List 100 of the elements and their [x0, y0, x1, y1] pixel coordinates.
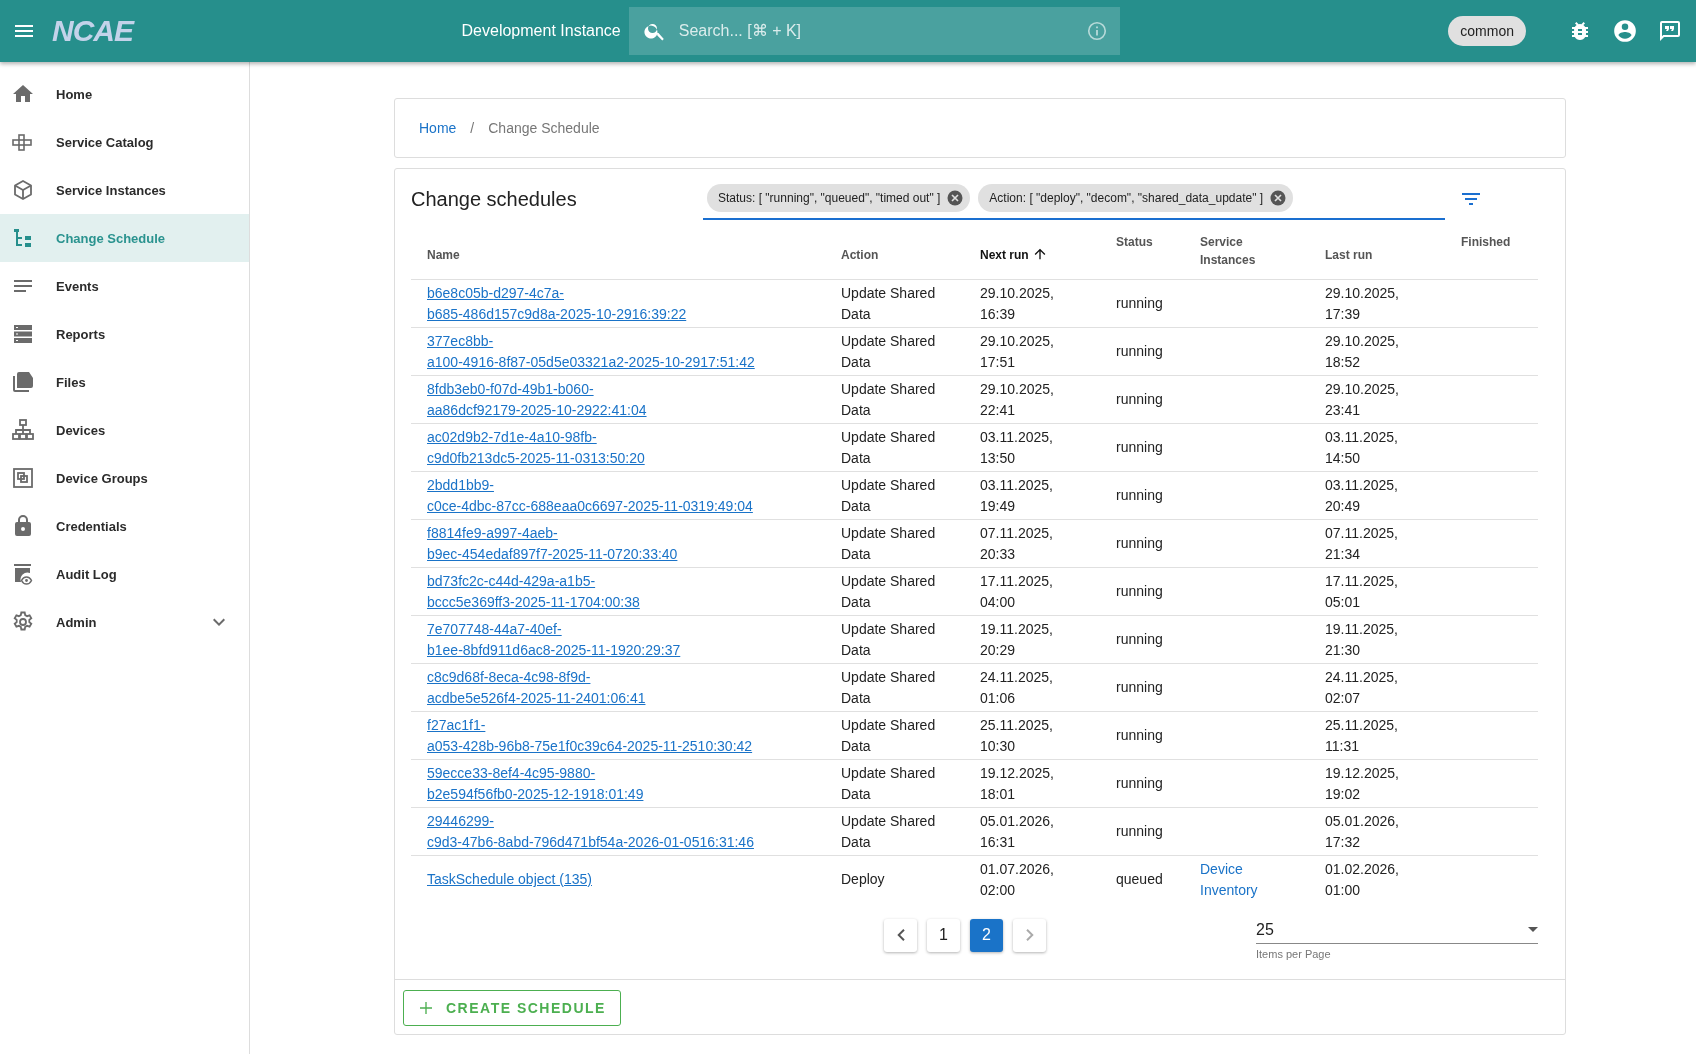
sidebar-item[interactable]: Service Instances — [0, 166, 249, 214]
filter-field[interactable]: Status: [ "running", "queued", "timed out" ] Action: [ "deploy", "decom", "shared_data_update" ] — [703, 178, 1445, 220]
sidebar-item[interactable]: Events — [0, 262, 249, 310]
page-button[interactable]: 1 — [927, 918, 960, 952]
schedule-link[interactable]: bd73fc2c-c44d-429a-a1b5-bccc5e369ff3-2025-11-1704:00:38 — [427, 570, 757, 613]
table-cell: 29.10.2025, 16:39 — [980, 279, 1116, 328]
chevron-right-icon — [1025, 929, 1034, 941]
schedule-link[interactable]: f27ac1f1-a053-428b-96b8-75e1f0c39c64-2025-11-2510:30:42 — [427, 714, 757, 757]
table-cell: 03.11.2025, 13:50 — [980, 423, 1116, 472]
caret-icon — [1528, 927, 1538, 932]
filter-chip[interactable]: Action: [ "deploy", "decom", "shared_data_update" ] — [978, 184, 1294, 212]
document-icon — [11, 370, 35, 394]
column-header[interactable]: Next run — [980, 246, 1029, 264]
sidebar-item[interactable]: Device Groups — [0, 454, 249, 502]
column-header[interactable]: Name — [427, 246, 460, 264]
breadcrumb-separator: / — [470, 120, 475, 136]
search-input[interactable]: Search... [⌘ + K] — [676, 21, 1076, 41]
schedule-link[interactable]: ac02d9b2-7d1e-4a10-98fb-c9d0fb213dc5-2025-11-0313:50:20 — [427, 426, 757, 469]
sidebar-item[interactable]: Reports — [0, 310, 249, 358]
table-cell: Update Shared Data — [841, 663, 980, 712]
table-cell: 24.11.2025, 02:07 — [1325, 663, 1461, 712]
user-chip[interactable]: common — [1448, 16, 1526, 46]
sidebar-item[interactable]: Home — [0, 70, 249, 118]
service-instance-link[interactable]: Device Inventory — [1200, 858, 1285, 901]
sidebar-label: Devices — [56, 422, 106, 438]
column-header[interactable]: Action — [841, 246, 879, 264]
schedule-link[interactable]: 29446299-c9d3-47b6-8abd-796d471bf54a-2026-01-0516:31:46 — [427, 810, 757, 853]
sidebar-item[interactable]: Service Catalog — [0, 118, 249, 166]
table-cell: Update Shared Data — [841, 375, 980, 424]
schedule-link[interactable]: 377ec8bb-a100-4916-8f87-05d5e03321a2-2025-10-2917:51:42 — [427, 330, 757, 373]
feedback-icon[interactable] — [1658, 19, 1682, 43]
page-button[interactable]: 2 — [970, 918, 1003, 952]
select-value: 25 — [1256, 920, 1274, 939]
table-cell: Update Shared Data — [841, 423, 980, 472]
table-cell: running — [1116, 519, 1200, 568]
schedule-link[interactable]: 7e707748-44a7-40ef-b1ee-8bfd911d6ac8-2025-11-1920:29:37 — [427, 618, 757, 661]
table-cell: 17.11.2025, 04:00 — [980, 567, 1116, 616]
table-cell: running — [1116, 279, 1200, 328]
sidebar-item[interactable]: Admin — [0, 598, 249, 646]
select-label: Items per Page — [1256, 947, 1332, 960]
items-per-page-select[interactable]: 25 — [1256, 916, 1538, 944]
schedule-link[interactable]: c8c9d68f-8eca-4c98-8f9d-acdbe5e526f4-2025-11-2401:06:41 — [427, 666, 757, 709]
breadcrumb-current: Change Schedule — [488, 120, 600, 136]
sidebar-label: Change Schedule — [56, 230, 166, 246]
table-cell: 01.02.2026, 01:00 — [1325, 855, 1461, 903]
chip-label: Status: [ "running", "queued", "timed out" ] — [718, 191, 941, 205]
table-cell: 03.11.2025, 20:49 — [1325, 471, 1461, 520]
table-cell: Update Shared Data — [841, 471, 980, 520]
table-cell: running — [1116, 375, 1200, 424]
sidebar-label: Service Catalog — [56, 134, 154, 150]
table-cell: running — [1116, 759, 1200, 808]
column-header[interactable]: Finished — [1461, 233, 1511, 251]
table-cell: 29.10.2025, 23:41 — [1325, 375, 1461, 424]
table-cell: Update Shared Data — [841, 807, 980, 856]
table-cell: Update Shared Data — [841, 519, 980, 568]
table-cell: running — [1116, 807, 1200, 856]
table-cell: 29.10.2025, 17:39 — [1325, 279, 1461, 328]
column-header[interactable]: Status — [1116, 233, 1153, 251]
sidebar-item[interactable]: Files — [0, 358, 249, 406]
sidebar-item[interactable]: Devices — [0, 406, 249, 454]
squares-icon — [11, 466, 35, 490]
close-icon[interactable] — [946, 189, 965, 207]
column-header[interactable]: Service Instances — [1200, 233, 1285, 269]
filter-chip[interactable]: Status: [ "running", "queued", "timed out" ] — [707, 184, 971, 212]
sidebar-label: Reports — [56, 326, 106, 342]
server-icon — [11, 322, 35, 346]
sidebar-label: Files — [56, 374, 86, 390]
schedule-link[interactable]: f8814fe9-a997-4aeb-b9ec-454edaf897f7-2025-11-0720:33:40 — [427, 522, 757, 565]
schedule-link[interactable]: b6e8c05b-d297-4c7a-b685-486d157c9d8a-2025-10-2916:39:22 — [427, 282, 757, 325]
table-cell: 03.11.2025, 19:49 — [980, 471, 1116, 520]
account-icon[interactable] — [1612, 18, 1638, 44]
schedule-link[interactable]: TaskSchedule object (135) — [427, 869, 592, 890]
table-cell: 01.07.2026, 02:00 — [980, 855, 1116, 903]
table-cell: 29.10.2025, 18:52 — [1325, 327, 1461, 376]
table-cell: 29.10.2025, 22:41 — [980, 375, 1116, 424]
sidebar-label: Events — [56, 278, 99, 294]
sidebar-item[interactable]: Audit Log — [0, 550, 249, 598]
sidebar-label: Credentials — [56, 518, 127, 534]
table-cell: Deploy — [841, 855, 980, 903]
table-cell: Update Shared Data — [841, 279, 980, 328]
table-cell: Update Shared Data — [841, 567, 980, 616]
table-cell: 25.11.2025, 11:31 — [1325, 711, 1461, 760]
table-cell: running — [1116, 423, 1200, 472]
previous-page-button[interactable] — [884, 918, 917, 952]
sidebar-item[interactable]: Credentials — [0, 502, 249, 550]
info-icon[interactable] — [1085, 20, 1108, 42]
table-cell: 07.11.2025, 21:34 — [1325, 519, 1461, 568]
logo: NCAE — [52, 14, 133, 48]
table-cell: 07.11.2025, 20:33 — [980, 519, 1116, 568]
table-cell: running — [1116, 711, 1200, 760]
schedule-link[interactable]: 59ecce33-8ef4-4c95-9880-b2e594f56fb0-2025-12-1918:01:49 — [427, 762, 757, 805]
schedule-link[interactable]: 2bdd1bb9-c0ce-4dbc-87cc-688eaa0c6697-2025-11-0319:49:04 — [427, 474, 757, 517]
close-icon[interactable] — [1269, 189, 1288, 207]
cube-icon — [11, 178, 35, 202]
column-header[interactable]: Last run — [1325, 246, 1373, 264]
chevron-left-icon — [896, 929, 905, 941]
log-eye-icon — [11, 562, 35, 586]
schedule-link[interactable]: 8fdb3eb0-f07d-49b1-b060-aa86dcf92179-2025-10-2922:41:04 — [427, 378, 757, 421]
search-field[interactable]: Search... [⌘ + K] — [628, 7, 1120, 55]
breadcrumb-link[interactable]: Home — [419, 120, 457, 136]
